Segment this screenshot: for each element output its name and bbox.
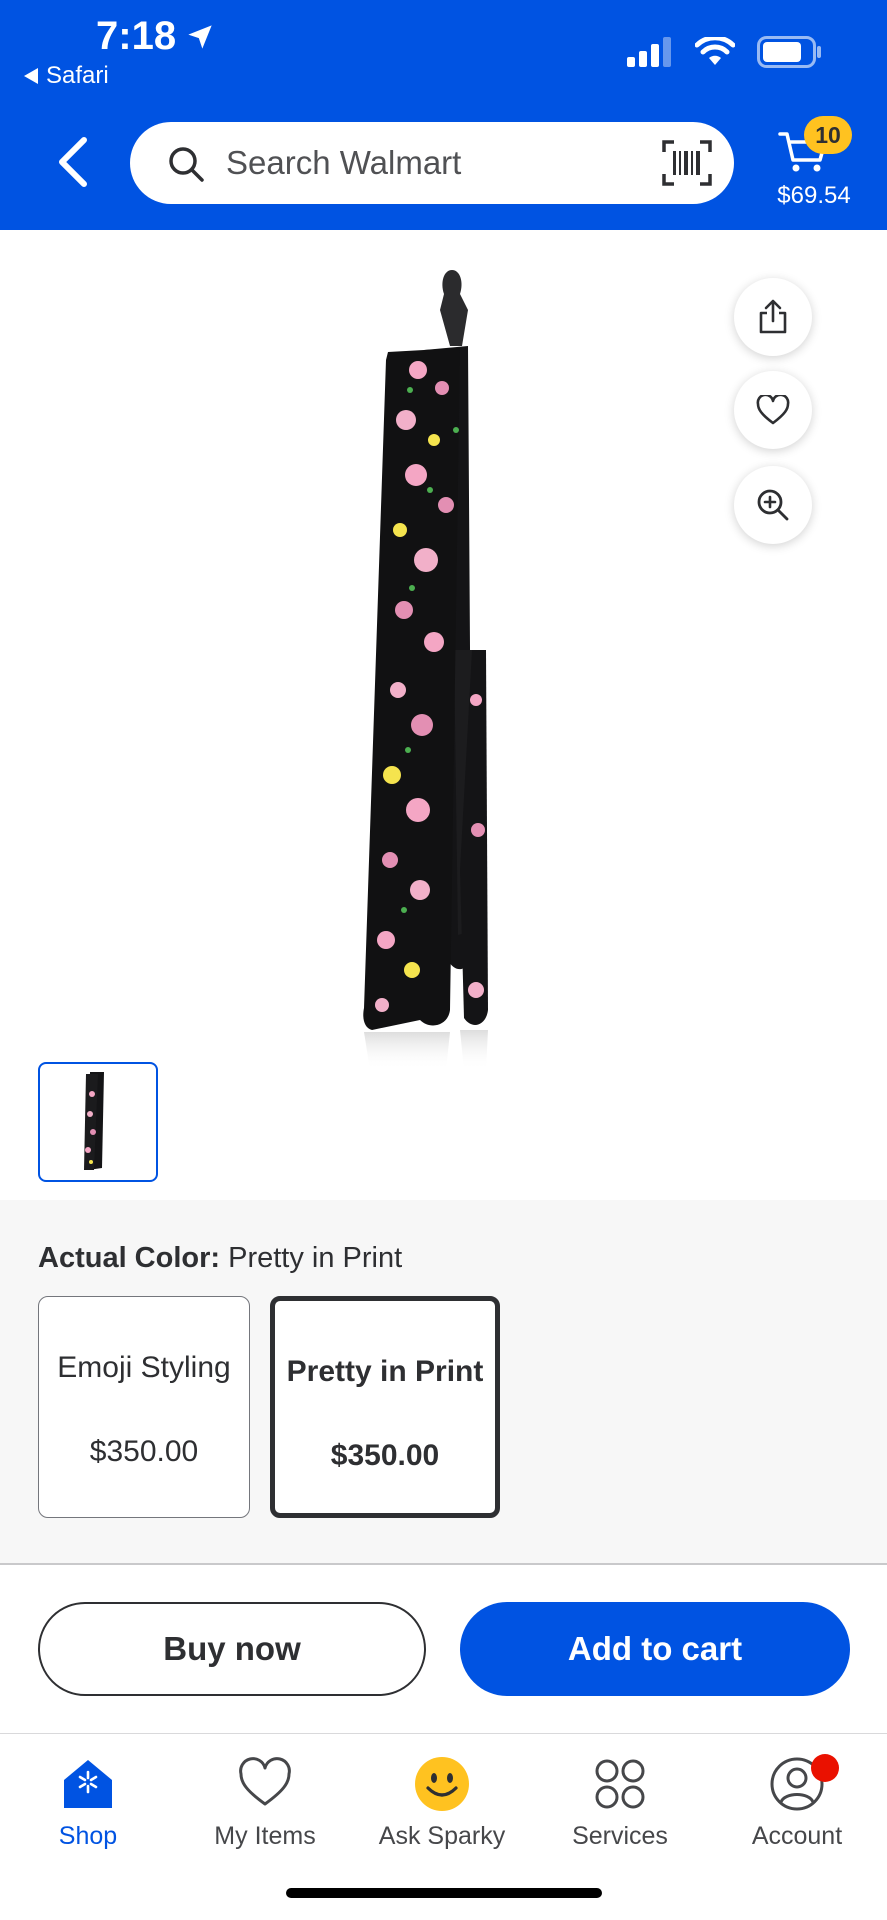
variant-name: Pretty in Print <box>286 1355 484 1388</box>
favorite-button[interactable] <box>734 371 812 449</box>
back-triangle-icon <box>24 68 38 84</box>
variant-price: $350.00 <box>330 1439 440 1472</box>
actual-color-prefix: Actual Color: <box>38 1242 221 1274</box>
nav-ask-sparky[interactable]: Ask Sparky <box>362 1756 522 1851</box>
heart-icon <box>756 395 790 425</box>
add-to-cart-button[interactable]: Add to cart <box>460 1602 850 1696</box>
nav-services[interactable]: Services <box>540 1756 700 1851</box>
heart-icon <box>239 1757 291 1806</box>
product-thumbnail[interactable] <box>38 1062 158 1182</box>
back-app-label: Safari <box>46 62 109 89</box>
nav-label: My Items <box>214 1822 316 1850</box>
app-header: 7:18 Safari Search Walmart 10 $69.54 <box>0 0 887 230</box>
services-icon <box>595 1759 645 1809</box>
cart-total: $69.54 <box>777 182 851 209</box>
product-image-area <box>0 230 887 1200</box>
nav-label: Account <box>751 1822 843 1850</box>
search-input[interactable] <box>226 138 646 188</box>
variant-name: Emoji Styling <box>57 1351 231 1384</box>
nav-shop[interactable]: Shop <box>8 1756 168 1851</box>
status-indicators <box>627 36 823 68</box>
search-icon <box>169 147 204 182</box>
back-to-safari[interactable]: Safari <box>24 62 109 90</box>
shop-icon <box>64 1760 112 1808</box>
status-time-text: 7:18 <box>96 14 177 58</box>
wifi-icon <box>695 37 735 65</box>
actual-color-label: Actual Color: Pretty in Print <box>38 1242 402 1275</box>
search-bar[interactable] <box>130 122 734 204</box>
barcode-scan-icon[interactable] <box>662 140 712 186</box>
cart-button[interactable]: 10 $69.54 <box>760 114 864 214</box>
buy-now-button[interactable]: Buy now <box>38 1602 426 1696</box>
variant-option-pretty-in-print[interactable]: Pretty in Print $350.00 <box>270 1296 500 1518</box>
notification-dot <box>811 1754 839 1782</box>
cellular-signal-icon <box>627 37 671 67</box>
thumbnail-image <box>84 1072 104 1170</box>
actual-color-value: Pretty in Print <box>228 1242 403 1274</box>
location-arrow-icon <box>188 24 212 49</box>
cart-count-badge: 10 <box>804 116 852 154</box>
nav-label: Shop <box>58 1822 118 1850</box>
home-indicator[interactable] <box>286 1888 602 1898</box>
status-time: 7:18 <box>96 14 214 59</box>
zoom-in-icon <box>757 489 789 521</box>
back-chevron-icon[interactable] <box>50 134 98 190</box>
nav-my-items[interactable]: My Items <box>185 1756 345 1851</box>
variant-selector: Actual Color: Pretty in Print Emoji Styl… <box>0 1200 887 1565</box>
nav-label: Ask Sparky <box>378 1822 506 1850</box>
variant-price: $350.00 <box>89 1435 199 1468</box>
share-icon <box>759 299 787 334</box>
smiley-icon <box>415 1757 469 1811</box>
battery-icon <box>757 36 821 68</box>
nav-account[interactable]: Account <box>717 1754 877 1851</box>
nav-label: Services <box>572 1822 668 1850</box>
share-button[interactable] <box>734 278 812 356</box>
variant-option-emoji-styling[interactable]: Emoji Styling $350.00 <box>38 1296 250 1518</box>
product-image[interactable] <box>360 270 530 1070</box>
zoom-button[interactable] <box>734 466 812 544</box>
